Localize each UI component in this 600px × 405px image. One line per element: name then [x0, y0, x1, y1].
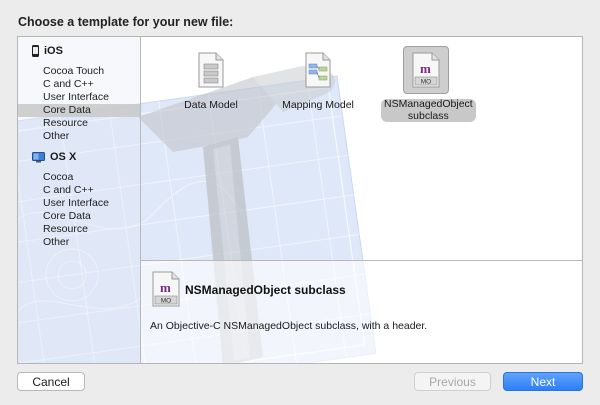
previous-button[interactable]: Previous: [414, 372, 491, 391]
dialog-title: Choose a template for your new file:: [18, 15, 234, 29]
template-data-model[interactable]: Data Model: [166, 43, 256, 125]
sidebar-item-ios-cocoa-touch[interactable]: Cocoa Touch: [18, 65, 140, 78]
template-label: Mapping Model: [282, 99, 354, 111]
sidebar-item-osx-c-and-cpp[interactable]: C and C++: [18, 184, 140, 197]
svg-text:m: m: [160, 280, 171, 295]
sidebar-group-label: OS X: [50, 151, 77, 163]
sidebar-item-ios-other[interactable]: Other: [18, 130, 140, 143]
template-badge: MO: [421, 79, 431, 86]
sidebar-group-ios: iOS: [32, 43, 63, 59]
sidebar-item-osx-core-data[interactable]: Core Data: [18, 210, 140, 223]
managed-object-file-icon: m MO: [412, 52, 440, 88]
mapping-model-file-icon: [305, 52, 331, 88]
template-chooser-panel: iOS Cocoa Touch C and C++ User Interface…: [17, 36, 583, 364]
template-label: Data Model: [184, 99, 238, 111]
managed-object-file-icon: m MO: [152, 271, 180, 307]
next-button[interactable]: Next: [503, 372, 583, 391]
sidebar-item-ios-core-data[interactable]: Core Data: [18, 104, 140, 117]
template-detail-pane: m MO NSManagedObject subclass An Objecti…: [141, 261, 582, 363]
template-nsmanagedobject-subclass[interactable]: m MO NSManagedObject subclass: [381, 43, 476, 125]
osx-finder-icon: [32, 151, 45, 162]
sidebar-item-ios-user-interface[interactable]: User Interface: [18, 91, 140, 104]
template-label: NSManagedObject subclass: [381, 98, 476, 122]
detail-title: NSManagedObject subclass: [185, 283, 346, 297]
template-mapping-model[interactable]: Mapping Model: [273, 43, 363, 125]
cancel-button[interactable]: Cancel: [17, 372, 85, 391]
sidebar-item-osx-other[interactable]: Other: [18, 236, 140, 249]
iphone-icon: [32, 45, 39, 57]
sidebar-item-osx-cocoa[interactable]: Cocoa: [18, 171, 140, 184]
sidebar-item-osx-user-interface[interactable]: User Interface: [18, 197, 140, 210]
detail-icon-badge: MO: [161, 298, 171, 305]
template-category-sidebar: iOS Cocoa Touch C and C++ User Interface…: [18, 37, 141, 363]
template-grid: Data Model Mapping Model m MO NSManagedO…: [141, 37, 582, 260]
data-model-file-icon: [198, 52, 224, 88]
sidebar-item-ios-c-and-cpp[interactable]: C and C++: [18, 78, 140, 91]
svg-text:m: m: [420, 61, 431, 76]
sidebar-group-label: iOS: [44, 45, 63, 57]
sidebar-group-osx: OS X: [32, 149, 76, 165]
sidebar-item-ios-resource[interactable]: Resource: [18, 117, 140, 130]
detail-description: An Objective-C NSManagedObject subclass,…: [150, 320, 428, 332]
sidebar-item-osx-resource[interactable]: Resource: [18, 223, 140, 236]
